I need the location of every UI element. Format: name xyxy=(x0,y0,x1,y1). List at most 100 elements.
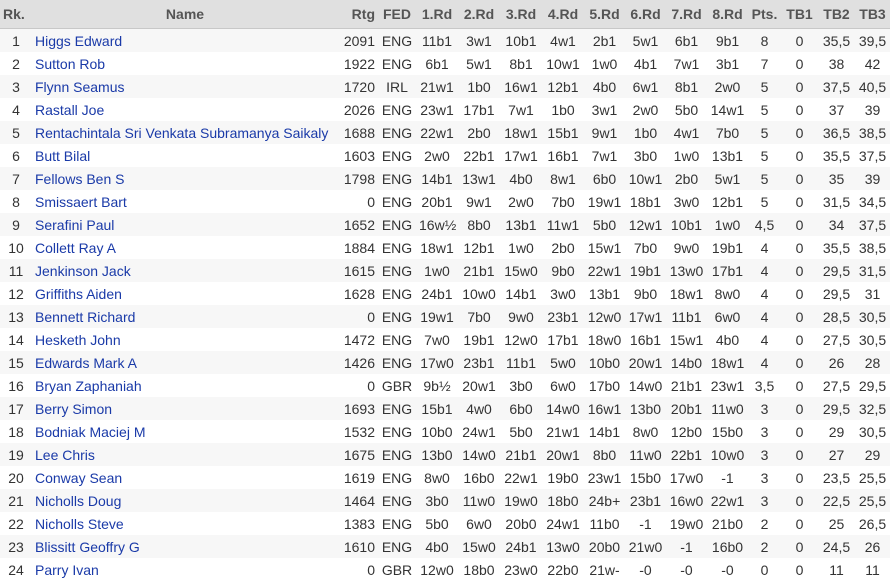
column-header-round-6[interactable]: 6.Rd xyxy=(625,0,666,29)
player-name-link[interactable]: Bennett Richard xyxy=(35,309,135,325)
player-name-link[interactable]: Nicholls Doug xyxy=(35,493,121,509)
round-3-cell: 14b1 xyxy=(500,282,542,305)
player-name-link[interactable]: Higgs Edward xyxy=(35,33,122,49)
table-row: 20Conway Sean1619ENG8w016b022w119b023w11… xyxy=(0,466,890,489)
rank-cell: 24 xyxy=(0,558,32,581)
player-name-link[interactable]: Hesketh John xyxy=(35,332,121,348)
player-name-link[interactable]: Conway Sean xyxy=(35,470,122,486)
player-name-link[interactable]: Serafini Paul xyxy=(35,217,114,233)
table-row: 21Nicholls Doug1464ENG3b011w019w018b024b… xyxy=(0,489,890,512)
federation-cell: ENG xyxy=(378,466,416,489)
round-1-cell: 5b0 xyxy=(416,512,458,535)
column-header-rank[interactable]: Rk. xyxy=(0,0,32,29)
round-8-cell: 12b1 xyxy=(707,190,748,213)
round-5-cell: 1w0 xyxy=(584,52,625,75)
column-header-round-7[interactable]: 7.Rd xyxy=(666,0,707,29)
column-header-name[interactable]: Name xyxy=(32,0,338,29)
player-name-link[interactable]: Griffiths Aiden xyxy=(35,286,122,302)
player-name-link[interactable]: Fellows Ben S xyxy=(35,171,124,187)
column-header-round-3[interactable]: 3.Rd xyxy=(500,0,542,29)
round-5-cell: 12w0 xyxy=(584,305,625,328)
rating-cell: 1464 xyxy=(338,489,378,512)
round-3-cell: 2w0 xyxy=(500,190,542,213)
round-2-cell: 2b0 xyxy=(458,121,500,144)
tiebreak-2-cell: 24,5 xyxy=(818,535,855,558)
tiebreak-1-cell: 0 xyxy=(781,420,818,443)
column-header-rating[interactable]: Rtg xyxy=(338,0,378,29)
player-name-link[interactable]: Blissitt Geoffry G xyxy=(35,539,140,555)
player-name-link[interactable]: Nicholls Steve xyxy=(35,516,124,532)
name-cell: Collett Ray A xyxy=(32,236,338,259)
player-name-link[interactable]: Smissaert Bart xyxy=(35,194,127,210)
round-8-cell: -1 xyxy=(707,466,748,489)
column-header-tiebreak-3[interactable]: TB3 xyxy=(855,0,890,29)
points-cell: 3,5 xyxy=(748,374,781,397)
round-6-cell: 15b0 xyxy=(625,466,666,489)
name-cell: Edwards Mark A xyxy=(32,351,338,374)
rating-cell: 1615 xyxy=(338,259,378,282)
round-2-cell: 12b1 xyxy=(458,236,500,259)
federation-cell: ENG xyxy=(378,489,416,512)
round-1-cell: 18w1 xyxy=(416,236,458,259)
column-header-round-8[interactable]: 8.Rd xyxy=(707,0,748,29)
round-3-cell: 20b0 xyxy=(500,512,542,535)
rating-cell: 1619 xyxy=(338,466,378,489)
round-2-cell: 23b1 xyxy=(458,351,500,374)
round-5-cell: 3w1 xyxy=(584,98,625,121)
round-4-cell: 11w1 xyxy=(542,213,584,236)
player-name-link[interactable]: Collett Ray A xyxy=(35,240,116,256)
player-name-link[interactable]: Flynn Seamus xyxy=(35,79,124,95)
tiebreak-1-cell: 0 xyxy=(781,190,818,213)
round-5-cell: 24b+ xyxy=(584,489,625,512)
column-header-round-4[interactable]: 4.Rd xyxy=(542,0,584,29)
round-4-cell: 17b1 xyxy=(542,328,584,351)
tiebreak-3-cell: 39,5 xyxy=(855,29,890,53)
round-8-cell: -0 xyxy=(707,558,748,581)
player-name-link[interactable]: Parry Ivan xyxy=(35,562,99,578)
points-cell: 5 xyxy=(748,190,781,213)
player-name-link[interactable]: Bodniak Maciej M xyxy=(35,424,146,440)
column-header-points[interactable]: Pts. xyxy=(748,0,781,29)
round-8-cell: 21b0 xyxy=(707,512,748,535)
column-header-federation[interactable]: FED xyxy=(378,0,416,29)
player-name-link[interactable]: Bryan Zaphaniah xyxy=(35,378,142,394)
tiebreak-2-cell: 31,5 xyxy=(818,190,855,213)
tiebreak-2-cell: 35 xyxy=(818,167,855,190)
rank-cell: 14 xyxy=(0,328,32,351)
column-header-tiebreak-2[interactable]: TB2 xyxy=(818,0,855,29)
standings-table: Rk.NameRtgFED1.Rd2.Rd3.Rd4.Rd5.Rd6.Rd7.R… xyxy=(0,0,890,581)
round-6-cell: -1 xyxy=(625,512,666,535)
round-2-cell: 3w1 xyxy=(458,29,500,53)
player-name-link[interactable]: Sutton Rob xyxy=(35,56,105,72)
player-name-link[interactable]: Lee Chris xyxy=(35,447,95,463)
rating-cell: 1383 xyxy=(338,512,378,535)
round-7-cell: 16w0 xyxy=(666,489,707,512)
player-name-link[interactable]: Rastall Joe xyxy=(35,102,104,118)
name-cell: Fellows Ben S xyxy=(32,167,338,190)
round-4-cell: 9b0 xyxy=(542,259,584,282)
player-name-link[interactable]: Butt Bilal xyxy=(35,148,90,164)
column-header-round-2[interactable]: 2.Rd xyxy=(458,0,500,29)
player-name-link[interactable]: Rentachintala Sri Venkata Subramanya Sai… xyxy=(35,125,328,141)
round-5-cell: 6b0 xyxy=(584,167,625,190)
player-name-link[interactable]: Jenkinson Jack xyxy=(35,263,131,279)
round-6-cell: 8w0 xyxy=(625,420,666,443)
round-7-cell: 8b1 xyxy=(666,75,707,98)
rank-cell: 21 xyxy=(0,489,32,512)
points-cell: 2 xyxy=(748,512,781,535)
tiebreak-3-cell: 26 xyxy=(855,535,890,558)
column-header-round-1[interactable]: 1.Rd xyxy=(416,0,458,29)
points-cell: 8 xyxy=(748,29,781,53)
tiebreak-3-cell: 37,5 xyxy=(855,213,890,236)
round-6-cell: 21w0 xyxy=(625,535,666,558)
player-name-link[interactable]: Berry Simon xyxy=(35,401,112,417)
round-3-cell: 21b1 xyxy=(500,443,542,466)
name-cell: Hesketh John xyxy=(32,328,338,351)
column-header-tiebreak-1[interactable]: TB1 xyxy=(781,0,818,29)
federation-cell: ENG xyxy=(378,167,416,190)
round-7-cell: 18w1 xyxy=(666,282,707,305)
column-header-round-5[interactable]: 5.Rd xyxy=(584,0,625,29)
round-5-cell: 15w1 xyxy=(584,236,625,259)
player-name-link[interactable]: Edwards Mark A xyxy=(35,355,137,371)
round-8-cell: 8w0 xyxy=(707,282,748,305)
